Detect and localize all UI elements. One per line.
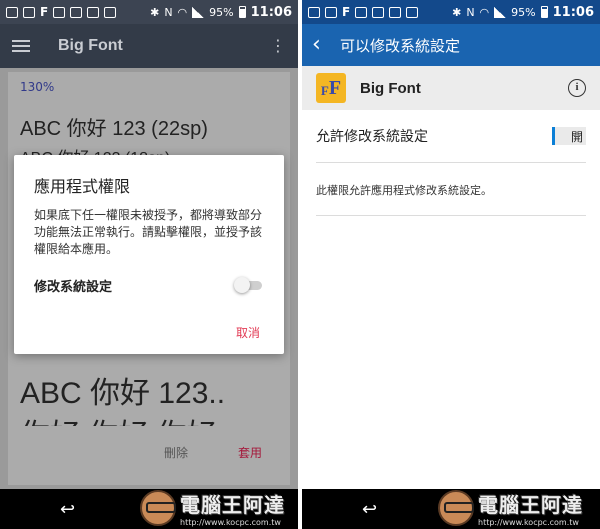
permission-label: 允許修改系統設定 [316, 129, 428, 145]
battery-level: 95% [209, 5, 234, 19]
mail-icon [53, 6, 66, 18]
status-bar: F ✱ Ν ◠ 95% 11:06 [0, 0, 298, 24]
back-nav-icon[interactable]: ↩ [60, 499, 75, 520]
menu-icon[interactable] [12, 39, 30, 53]
status-icons-left: F [6, 4, 117, 19]
chat-icon [23, 6, 35, 18]
app-name: Big Font [360, 79, 421, 97]
app-bar: ‹ 可以修改系統設定 [302, 24, 600, 66]
permission-row[interactable]: 修改系統設定 [34, 273, 264, 297]
dialog-title: 應用程式權限 [34, 177, 131, 196]
status-icons-right: ✱ Ν ◠ 95% 11:06 [150, 5, 292, 20]
watermark-logo [140, 490, 176, 526]
right-screen: F ✱ Ν ◠ 95% 11:06 ‹ 可以修改系統設定 FF Big Font… [302, 0, 600, 529]
watermark: 電腦王阿達 http://www.kocpc.com.tw [438, 489, 583, 527]
signal-icon [494, 6, 507, 18]
wifi-icon: ◠ [479, 5, 490, 19]
image-icon [87, 6, 100, 18]
info-icon[interactable]: i [568, 79, 586, 97]
x-icon [406, 6, 419, 18]
divider [316, 162, 586, 163]
clock: 11:06 [250, 4, 292, 20]
preview-line-22sp: ABC 你好 123 (22sp) [20, 118, 208, 140]
back-chevron-icon[interactable]: ‹ [312, 34, 328, 56]
permission-label: 修改系統設定 [34, 279, 113, 295]
watermark-text: 電腦王阿達 [478, 493, 583, 517]
zoom-level: 130% [20, 80, 55, 94]
page-title: 可以修改系統設定 [340, 36, 461, 55]
left-screen: F ✱ Ν ◠ 95% 11:06 Big Font ⋮ 130% ABC 你好… [0, 0, 298, 529]
battery-level: 95% [511, 5, 536, 19]
permission-dialog: 應用程式權限 如果底下任一權限未被授予，都將導致部分功能無法正常執行。請點擊權限… [14, 155, 284, 354]
signal-icon [192, 6, 205, 18]
battery-icon [238, 6, 246, 18]
bluetooth-icon: ✱ [150, 5, 160, 19]
nfc-icon: Ν [164, 5, 173, 19]
app-logo: FF [316, 73, 346, 103]
more-options-icon[interactable]: ⋮ [270, 38, 286, 54]
status-icons-right: ✱ Ν ◠ 95% 11:06 [452, 5, 594, 20]
permission-description: 此權限允許應用程式修改系統設定。 [316, 184, 492, 197]
mail-icon [372, 6, 385, 18]
mail-icon [70, 6, 83, 18]
cancel-button[interactable]: 取消 [236, 324, 260, 341]
apply-button[interactable]: 套用 [238, 444, 262, 461]
switch-state-label: 開 [570, 130, 583, 144]
watermark-logo [438, 490, 474, 526]
clock: 11:06 [552, 4, 594, 20]
app-title: Big Font [58, 37, 123, 54]
back-nav-icon[interactable]: ↩ [362, 499, 377, 520]
sim-icon [6, 6, 18, 18]
facebook-icon: F [342, 4, 351, 19]
nfc-icon: Ν [466, 5, 475, 19]
facebook-icon: F [40, 4, 49, 19]
permission-toggle[interactable] [234, 275, 264, 295]
image-icon [389, 6, 402, 18]
chat-icon [325, 6, 337, 18]
battery-icon [540, 6, 548, 18]
divider [316, 215, 586, 216]
app-header: FF Big Font i [302, 66, 600, 110]
dialog-message: 如果底下任一權限未被授予，都將導致部分功能無法正常執行。請點擊權限，並授予該權限… [34, 208, 263, 256]
app-bar: Big Font ⋮ [0, 24, 298, 68]
preview-large-line-2: 你好 你好 你好 [20, 410, 217, 426]
sim-icon [308, 6, 320, 18]
delete-button[interactable]: 刪除 [164, 444, 188, 461]
preview-large-line: ABC 你好 123.. [20, 377, 226, 410]
bluetooth-icon: ✱ [452, 5, 462, 19]
status-icons-left: F [308, 4, 419, 19]
allow-modify-settings-row[interactable]: 允許修改系統設定 開 [316, 118, 586, 154]
watermark: 電腦王阿達 http://www.kocpc.com.tw [140, 489, 285, 527]
mail-icon [355, 6, 368, 18]
x-icon [104, 6, 117, 18]
watermark-url: http://www.kocpc.com.tw [180, 518, 281, 527]
watermark-url: http://www.kocpc.com.tw [478, 518, 579, 527]
wifi-icon: ◠ [177, 5, 188, 19]
allow-modify-settings-switch[interactable]: 開 [552, 127, 586, 145]
watermark-text: 電腦王阿達 [180, 493, 285, 517]
status-bar: F ✱ Ν ◠ 95% 11:06 [302, 0, 600, 24]
